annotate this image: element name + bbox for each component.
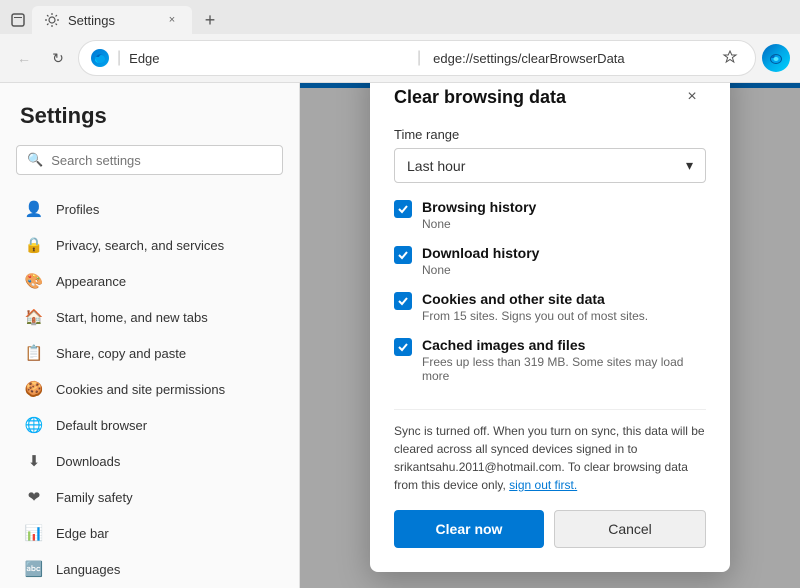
- option-title-cached: Cached images and files: [422, 337, 706, 353]
- back-btn[interactable]: ←: [10, 44, 38, 72]
- downloads-icon: ⬇: [24, 451, 44, 471]
- option-text-cookies: Cookies and other site data From 15 site…: [422, 291, 706, 323]
- sidebar-item-label: Downloads: [56, 454, 120, 469]
- settings-tab[interactable]: Settings ×: [32, 6, 192, 34]
- option-title-browsing-history: Browsing history: [422, 199, 706, 215]
- sidebar: Settings 🔍 👤 Profiles 🔒 Privacy, search,…: [0, 83, 300, 588]
- nav-bar: ← ↻ | Edge | edge://settings/clearBrowse…: [0, 34, 800, 83]
- address-url: edge://settings/clearBrowserData: [433, 51, 709, 66]
- sidebar-item-label: Languages: [56, 562, 120, 577]
- profiles-icon: 👤: [24, 199, 44, 219]
- option-text-cached: Cached images and files Frees up less th…: [422, 337, 706, 383]
- search-box[interactable]: 🔍: [16, 145, 283, 175]
- sidebar-title: Settings: [0, 103, 299, 145]
- sidebar-item-cookies[interactable]: 🍪 Cookies and site permissions: [4, 371, 295, 407]
- family-icon: ❤: [24, 487, 44, 507]
- sidebar-item-appearance[interactable]: 🎨 Appearance: [4, 263, 295, 299]
- search-icon: 🔍: [27, 152, 43, 168]
- sidebar-item-languages[interactable]: 🔤 Languages: [4, 551, 295, 587]
- clear-browsing-data-dialog: Clear browsing data × Time range Last ho…: [370, 83, 730, 572]
- content-area: Clear browsing data × Time range Last ho…: [300, 83, 800, 588]
- address-actions: [717, 45, 743, 71]
- modal-overlay: Clear browsing data × Time range Last ho…: [300, 83, 800, 588]
- address-separator: |: [117, 49, 121, 67]
- favorites-btn[interactable]: [717, 45, 743, 71]
- edge-profile-icon[interactable]: [762, 44, 790, 72]
- browser-chrome: Settings × + ← ↻ | Edge | edge://setting…: [0, 0, 800, 83]
- sidebar-item-label: Start, home, and new tabs: [56, 310, 208, 325]
- cancel-btn[interactable]: Cancel: [554, 510, 706, 548]
- sidebar-item-privacy[interactable]: 🔒 Privacy, search, and services: [4, 227, 295, 263]
- languages-icon: 🔤: [24, 559, 44, 579]
- main-area: Settings 🔍 👤 Profiles 🔒 Privacy, search,…: [0, 83, 800, 588]
- option-text-browsing-history: Browsing history None: [422, 199, 706, 231]
- dialog-actions: Clear now Cancel: [394, 510, 706, 548]
- window-icon-btn[interactable]: [8, 10, 28, 30]
- time-range-label: Time range: [394, 127, 706, 142]
- sidebar-item-label: Edge bar: [56, 526, 109, 541]
- share-icon: 📋: [24, 343, 44, 363]
- settings-tab-icon: [44, 12, 60, 28]
- refresh-btn[interactable]: ↻: [44, 44, 72, 72]
- sign-out-link[interactable]: sign out first.: [509, 478, 577, 492]
- option-cookies: Cookies and other site data From 15 site…: [394, 291, 706, 323]
- cookies-icon: 🍪: [24, 379, 44, 399]
- checkbox-browsing-history[interactable]: [394, 200, 412, 218]
- chevron-down-icon: ▾: [686, 157, 693, 174]
- privacy-icon: 🔒: [24, 235, 44, 255]
- time-range-value: Last hour: [407, 158, 465, 174]
- sidebar-item-label: Family safety: [56, 490, 133, 505]
- tab-bar: Settings × +: [0, 0, 800, 34]
- tab-close-btn[interactable]: ×: [164, 12, 180, 28]
- sidebar-item-downloads[interactable]: ⬇ Downloads: [4, 443, 295, 479]
- sidebar-item-share[interactable]: 📋 Share, copy and paste: [4, 335, 295, 371]
- sidebar-item-label: Share, copy and paste: [56, 346, 186, 361]
- dialog-header: Clear browsing data ×: [394, 83, 706, 111]
- sidebar-item-edge-bar[interactable]: 📊 Edge bar: [4, 515, 295, 551]
- sync-notice: Sync is turned off. When you turn on syn…: [394, 409, 706, 494]
- sidebar-item-start[interactable]: 🏠 Start, home, and new tabs: [4, 299, 295, 335]
- sidebar-item-family[interactable]: ❤ Family safety: [4, 479, 295, 515]
- appearance-icon: 🎨: [24, 271, 44, 291]
- sidebar-item-label: Appearance: [56, 274, 126, 289]
- option-text-download-history: Download history None: [422, 245, 706, 277]
- start-icon: 🏠: [24, 307, 44, 327]
- option-desc-cached: Frees up less than 319 MB. Some sites ma…: [422, 355, 706, 383]
- clear-now-btn[interactable]: Clear now: [394, 510, 544, 548]
- checkbox-download-history[interactable]: [394, 246, 412, 264]
- sidebar-item-default-browser[interactable]: 🌐 Default browser: [4, 407, 295, 443]
- options-list: Browsing history None Download history N…: [394, 199, 706, 397]
- tab-label: Settings: [68, 13, 156, 28]
- dialog-close-btn[interactable]: ×: [678, 83, 706, 111]
- option-title-download-history: Download history: [422, 245, 706, 261]
- sidebar-item-label: Privacy, search, and services: [56, 238, 224, 253]
- option-download-history: Download history None: [394, 245, 706, 277]
- option-title-cookies: Cookies and other site data: [422, 291, 706, 307]
- new-tab-btn[interactable]: +: [196, 6, 224, 34]
- option-desc-cookies: From 15 sites. Signs you out of most sit…: [422, 309, 706, 323]
- address-site: Edge: [129, 51, 405, 66]
- checkbox-cached[interactable]: [394, 338, 412, 356]
- option-desc-browsing-history: None: [422, 217, 706, 231]
- search-input[interactable]: [51, 153, 272, 168]
- default-browser-icon: 🌐: [24, 415, 44, 435]
- time-range-select[interactable]: Last hour ▾: [394, 148, 706, 183]
- edge-logo-icon: [91, 49, 109, 67]
- address-url-sep: |: [417, 49, 421, 67]
- dialog-title: Clear browsing data: [394, 87, 566, 108]
- sidebar-item-label: Profiles: [56, 202, 99, 217]
- option-browsing-history: Browsing history None: [394, 199, 706, 231]
- nav-items-container: 👤 Profiles 🔒 Privacy, search, and servic…: [0, 191, 299, 588]
- option-desc-download-history: None: [422, 263, 706, 277]
- edge-bar-icon: 📊: [24, 523, 44, 543]
- sidebar-item-label: Default browser: [56, 418, 147, 433]
- address-bar[interactable]: | Edge | edge://settings/clearBrowserDat…: [78, 40, 756, 76]
- sidebar-item-profiles[interactable]: 👤 Profiles: [4, 191, 295, 227]
- sidebar-item-label: Cookies and site permissions: [56, 382, 225, 397]
- option-cached: Cached images and files Frees up less th…: [394, 337, 706, 383]
- checkbox-cookies[interactable]: [394, 292, 412, 310]
